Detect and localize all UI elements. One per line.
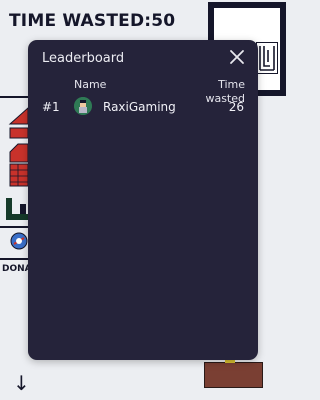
player-avatar-icon: [74, 97, 92, 115]
column-header-name: Name: [74, 78, 107, 91]
wall-icon: [6, 198, 28, 220]
leaderboard-modal: Leaderboard Name Time wasted #1 RaxiGami…: [28, 40, 258, 360]
divider-low: [0, 258, 28, 260]
donate-icon[interactable]: [10, 232, 28, 250]
maze-icon: [256, 42, 278, 74]
close-icon[interactable]: [228, 48, 246, 66]
avatar: [74, 97, 92, 115]
down-arrow-icon[interactable]: ↓: [13, 373, 30, 393]
row-time-wasted: 26: [228, 100, 244, 114]
row-rank: #1: [42, 100, 60, 114]
leaderboard-title: Leaderboard: [42, 51, 125, 66]
leaderboard-row: #1 RaxiGaming 26: [28, 96, 258, 118]
divider-mid: [0, 226, 28, 228]
row-player-name: RaxiGaming: [103, 100, 176, 114]
time-wasted-counter: TIME WASTED:50: [9, 11, 176, 31]
treasure-chest[interactable]: [204, 358, 263, 388]
divider-top: [0, 96, 28, 98]
brick-stairs-icon: [8, 107, 28, 187]
